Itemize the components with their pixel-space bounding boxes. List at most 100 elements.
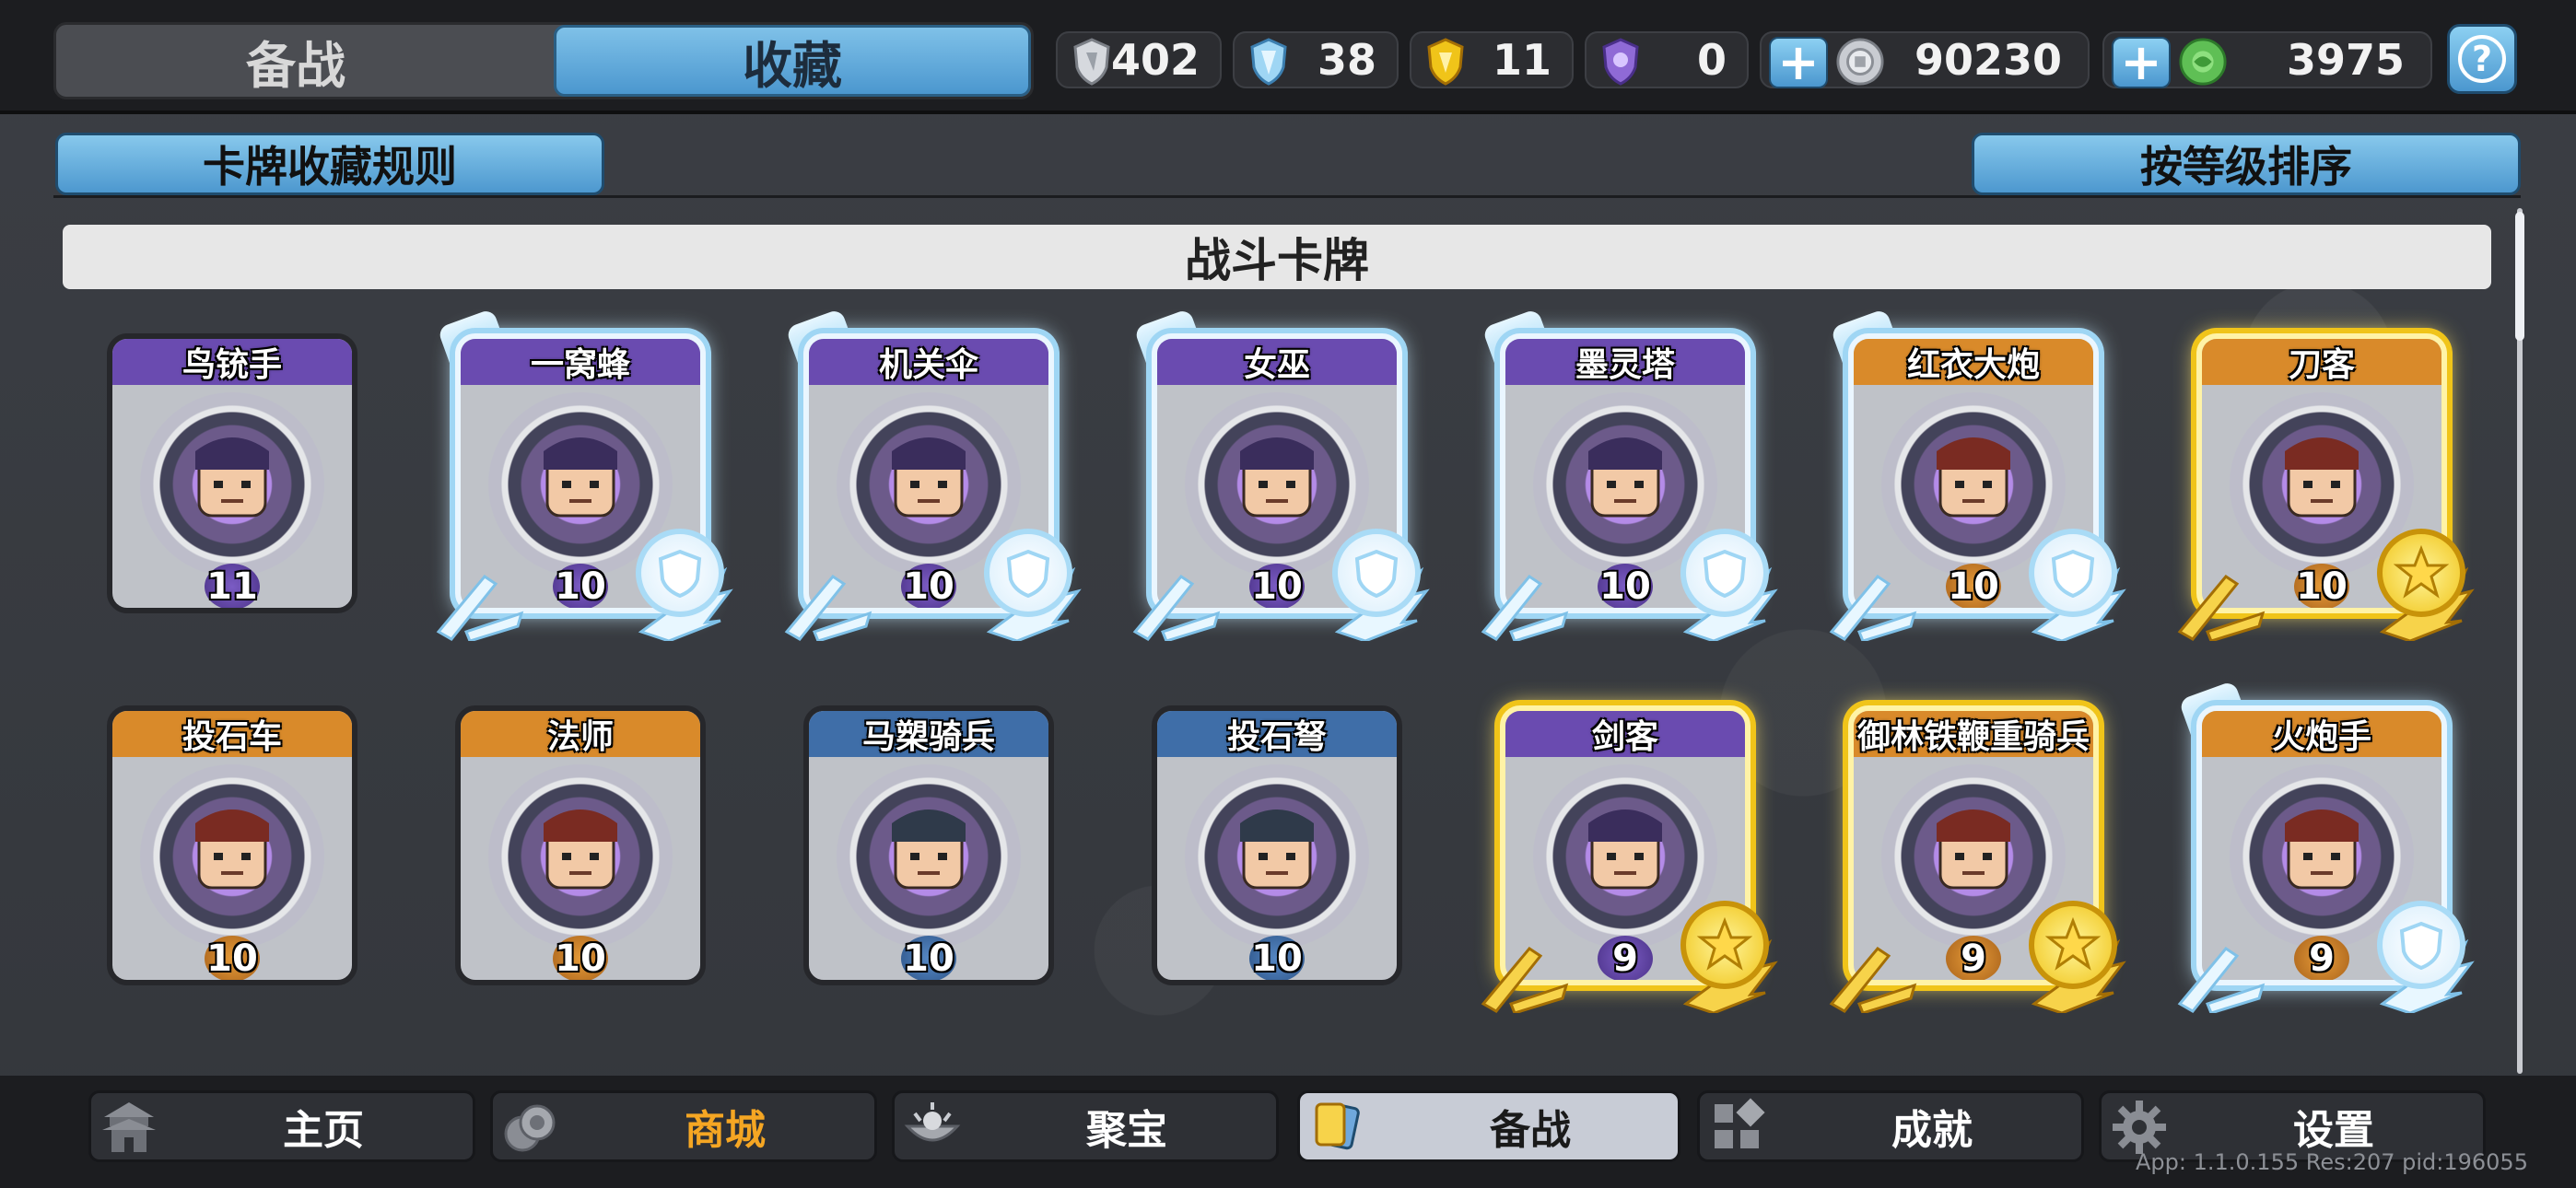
purple-shield-icon	[1596, 35, 1645, 88]
nav-prep[interactable]: 备战	[1297, 1090, 1680, 1162]
card-level: 9	[2294, 936, 2349, 980]
cards-icon	[1307, 1097, 1368, 1158]
card-name: 女巫	[1157, 339, 1397, 385]
coins-icon	[500, 1097, 561, 1158]
battle-card[interactable]: 投石弩 10	[1152, 705, 1402, 985]
unit-portrait-icon	[488, 764, 673, 949]
card-name: 火炮手	[2202, 711, 2441, 757]
card-level: 10	[901, 936, 956, 980]
sword-ornament-icon	[778, 567, 879, 643]
blocks-icon	[1707, 1097, 1768, 1158]
battle-card[interactable]: 刀客 10	[2177, 333, 2475, 643]
battle-card[interactable]: 法师 10	[455, 705, 706, 985]
shield-badge-icon	[2029, 529, 2117, 617]
sword-ornament-icon	[1474, 567, 1575, 643]
pagoda-icon	[99, 1097, 159, 1158]
nav-home[interactable]: 主页	[88, 1090, 475, 1162]
unit-portrait-icon	[140, 392, 324, 577]
nav-shop[interactable]: 商城	[490, 1090, 877, 1162]
purple-token-value: 0	[1696, 35, 1727, 85]
gold-shield-icon	[1421, 35, 1470, 88]
treasure-bowl-icon	[902, 1097, 963, 1158]
card-name: 投石弩	[1157, 711, 1397, 757]
shield-badge-icon	[636, 529, 724, 617]
crystal-token-counter: 38	[1233, 31, 1399, 88]
shield-badge-icon	[1332, 529, 1421, 617]
card-name: 一窝蜂	[461, 339, 700, 385]
battle-card[interactable]: 女巫 10	[1132, 308, 1430, 643]
card-frame: 投石车 10	[107, 705, 357, 985]
nav-home-label: 主页	[283, 1107, 364, 1154]
card-name: 剑客	[1505, 711, 1745, 757]
jade-icon	[2178, 35, 2228, 88]
purple-token-counter: 0	[1585, 31, 1749, 88]
card-level: 10	[1946, 564, 2001, 608]
card-name: 红衣大炮	[1854, 339, 2093, 385]
unit-portrait-icon	[837, 764, 1021, 949]
sword-ornament-icon	[2171, 939, 2272, 1015]
add-coins-button[interactable]: +	[1769, 37, 1828, 88]
unit-portrait-icon	[1185, 764, 1369, 949]
battle-card[interactable]: 投石车 10	[107, 705, 357, 985]
sort-by-level-button[interactable]: 按等级排序	[1972, 133, 2521, 195]
silver-token-counter: 402	[1056, 31, 1222, 88]
card-name: 投石车	[112, 711, 352, 757]
help-button[interactable]: ?	[2447, 24, 2517, 94]
card-name: 墨灵塔	[1505, 339, 1745, 385]
crystal-shield-icon	[1244, 35, 1294, 88]
card-level: 10	[205, 936, 260, 980]
card-level: 9	[1598, 936, 1653, 980]
battle-card[interactable]: 鸟铳手 11	[107, 333, 357, 613]
divider	[53, 195, 2521, 198]
card-frame: 投石弩 10	[1152, 705, 1402, 985]
card-level: 10	[2294, 564, 2349, 608]
nav-achievements-label: 成就	[1891, 1107, 1973, 1154]
crystal-token-value: 38	[1317, 35, 1376, 85]
battle-card[interactable]: 机关伞 10	[784, 308, 1082, 643]
card-name: 法师	[461, 711, 700, 757]
silver-token-value: 402	[1110, 35, 1200, 85]
battle-card[interactable]: 火炮手 9	[2177, 680, 2475, 1015]
nav-treasure[interactable]: 聚宝	[892, 1090, 1279, 1162]
card-level: 11	[205, 564, 260, 608]
card-level: 10	[1249, 936, 1305, 980]
nav-achievements[interactable]: 成就	[1697, 1090, 2084, 1162]
add-gems-button[interactable]: +	[2112, 37, 2171, 88]
sword-ornament-icon	[1822, 567, 1924, 643]
card-name: 鸟铳手	[112, 339, 352, 385]
tab-prep[interactable]: 备战	[56, 25, 535, 97]
gem-value: 3975	[2286, 35, 2405, 85]
card-level: 10	[553, 564, 608, 608]
card-name: 机关伞	[809, 339, 1048, 385]
coin-value: 90230	[1914, 35, 2062, 85]
star-badge-icon	[2377, 529, 2465, 617]
star-badge-icon	[2029, 901, 2117, 989]
gem-counter: + 3975	[2102, 31, 2432, 88]
battle-card[interactable]: 马槊骑兵 10	[803, 705, 1054, 985]
coin-counter: + 90230	[1760, 31, 2090, 88]
coin-icon	[1835, 35, 1885, 88]
mode-tabs: 备战 收藏	[53, 22, 1034, 99]
battle-card[interactable]: 墨灵塔 10	[1481, 308, 1778, 643]
sword-ornament-icon	[429, 567, 531, 643]
scrollbar-thumb[interactable]	[2515, 212, 2524, 341]
question-icon: ?	[2458, 35, 2506, 83]
card-level: 10	[1598, 564, 1653, 608]
nav-shop-label: 商城	[685, 1107, 766, 1154]
card-frame: 马槊骑兵 10	[803, 705, 1054, 985]
card-name: 刀客	[2202, 339, 2441, 385]
tab-collection[interactable]: 收藏	[554, 25, 1031, 97]
battle-card[interactable]: 御林铁鞭重骑兵 9	[1829, 705, 2126, 1015]
sword-ornament-icon	[1126, 567, 1227, 643]
collection-rules-button[interactable]: 卡牌收藏规则	[55, 133, 604, 195]
battle-card[interactable]: 红衣大炮 10	[1829, 308, 2126, 643]
shield-badge-icon	[1680, 529, 1769, 617]
card-frame: 法师 10	[455, 705, 706, 985]
card-name: 御林铁鞭重骑兵	[1854, 711, 2093, 757]
battle-card[interactable]: 剑客 9	[1481, 705, 1778, 1015]
version-text: App: 1.1.0.155 Res:207 pid:196055	[2136, 1149, 2528, 1175]
battle-card[interactable]: 一窝蜂 10	[436, 308, 733, 643]
card-frame: 鸟铳手 11	[107, 333, 357, 613]
nav-treasure-label: 聚宝	[1086, 1107, 1167, 1154]
card-level: 10	[901, 564, 956, 608]
